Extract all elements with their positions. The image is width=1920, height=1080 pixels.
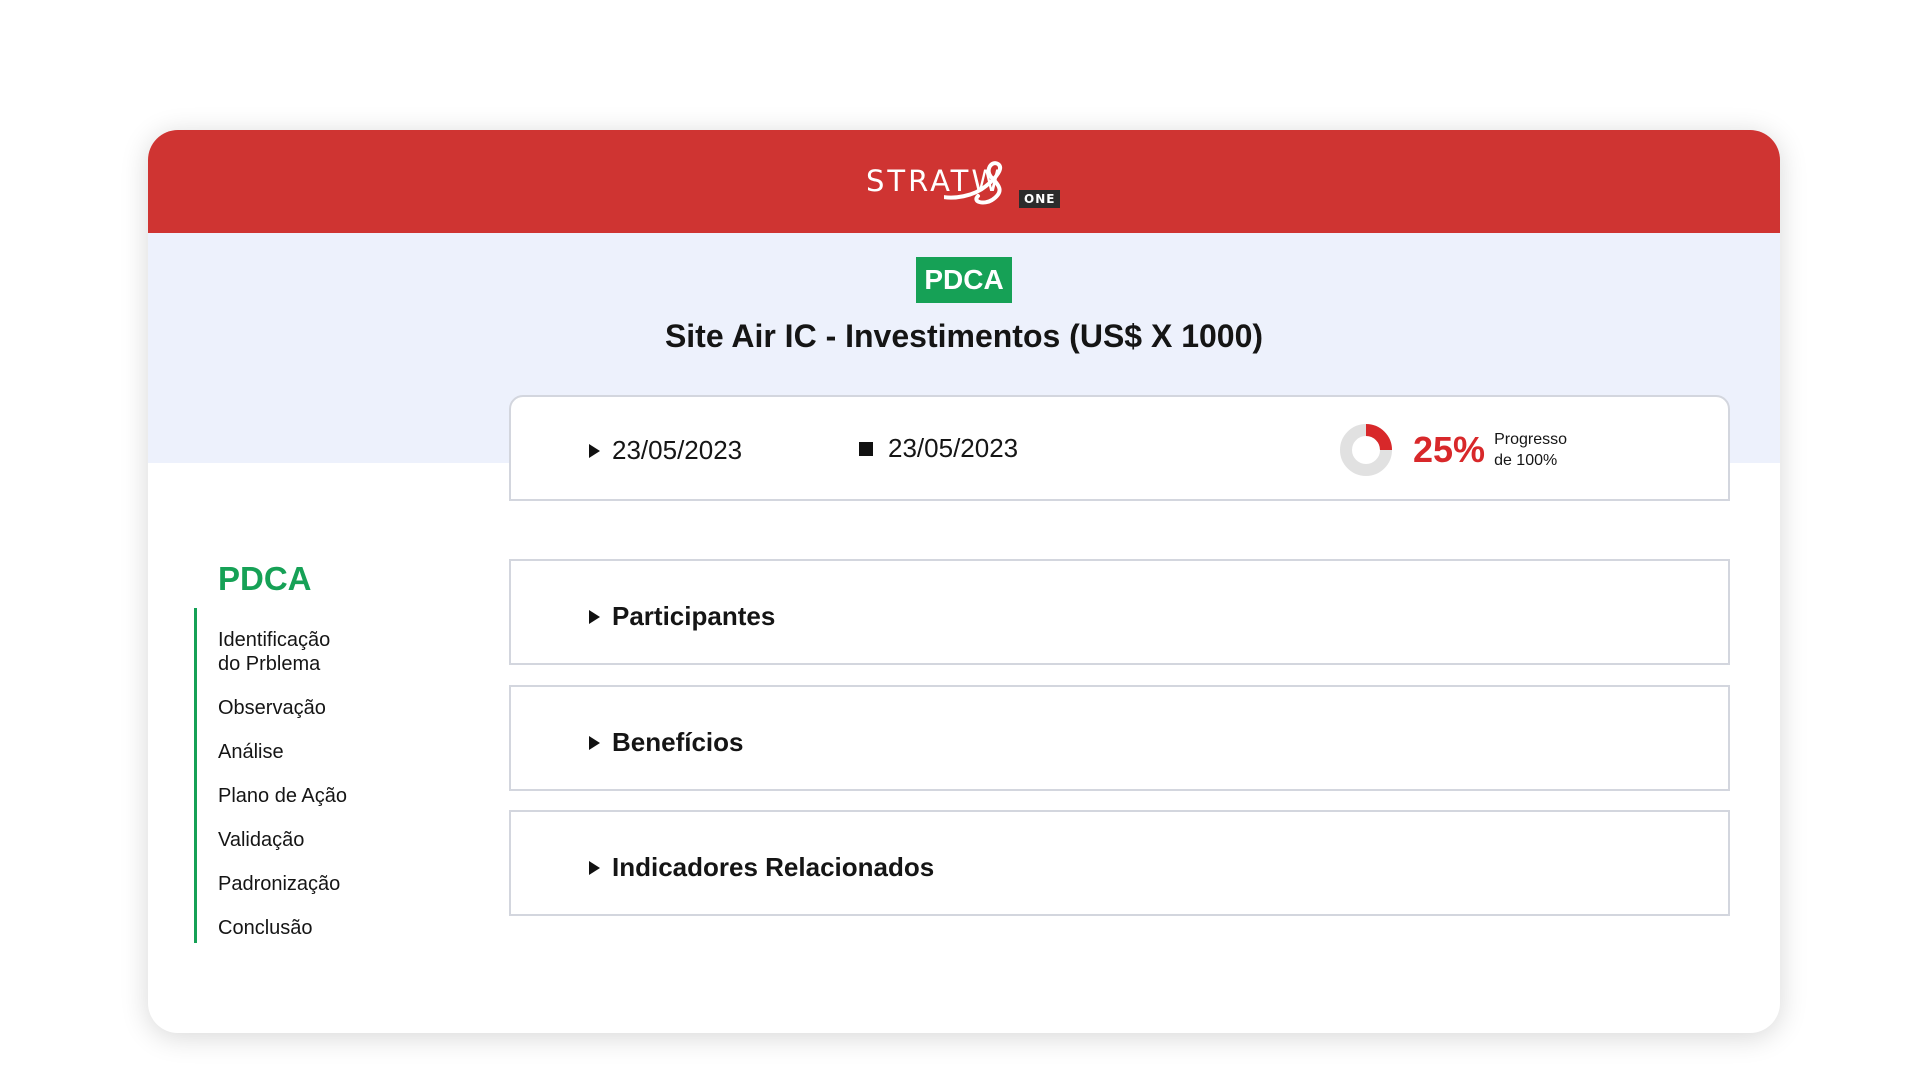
progress-donut-icon (1340, 424, 1392, 476)
section-header: Benefícios (589, 727, 744, 758)
sidebar-item-conclusao[interactable]: Conclusão (218, 916, 378, 940)
section-header: Participantes (589, 601, 775, 632)
section-indicadores-relacionados[interactable]: Indicadores Relacionados (509, 810, 1730, 916)
expand-arrow-icon (589, 735, 600, 750)
end-date-value: 23/05/2023 (888, 433, 1019, 463)
sidebar-item-plano-de-acao[interactable]: Plano de Ação (218, 784, 378, 808)
progress-label-line2: de 100% (1494, 452, 1558, 469)
sidebar-nav: Identificação do Prblema Observação Anál… (194, 608, 434, 943)
section-header: Indicadores Relacionados (589, 852, 934, 883)
end-date: 23/05/2023 (859, 433, 1018, 464)
brand-suffix-badge: ONE (1019, 189, 1061, 208)
play-icon (589, 443, 600, 458)
sidebar-item-observacao[interactable]: Observação (218, 696, 378, 720)
sidebar-item-analise[interactable]: Análise (218, 740, 378, 764)
sidebar-item-label: do Prblema (218, 653, 321, 675)
sidebar-item-identificacao[interactable]: Identificação do Prblema (218, 628, 378, 676)
expand-arrow-icon (589, 609, 600, 624)
sidebar-item-validacao[interactable]: Validação (218, 828, 378, 852)
app-window: STRATW ONE PDCA Site Air IC - Investimen… (148, 130, 1780, 1033)
progress-value: 25% (1413, 429, 1486, 470)
section-label: Benefícios (612, 727, 744, 757)
brand-logo[interactable]: STRATW ONE (148, 130, 1780, 233)
dates-card: 23/05/2023 23/05/2023 25% Progresso de 1… (509, 395, 1730, 501)
sidebar-item-padronizacao[interactable]: Padronização (218, 872, 378, 896)
start-date-value: 23/05/2023 (612, 435, 743, 465)
start-date: 23/05/2023 (589, 435, 742, 466)
section-label: Indicadores Relacionados (612, 852, 935, 882)
expand-arrow-icon (589, 860, 600, 875)
progress-indicator: 25% Progresso de 100% (1339, 423, 1567, 477)
sidebar-title: PDCA (218, 560, 312, 597)
top-bar: STRATW ONE (148, 130, 1780, 233)
stop-icon (859, 441, 873, 456)
section-participantes[interactable]: Participantes (509, 559, 1730, 665)
methodology-badge: PDCA (916, 257, 1012, 303)
page-title: Site Air IC - Investimentos (US$ X 1000) (664, 318, 1264, 354)
progress-label: Progresso de 100% (1494, 429, 1567, 471)
sidebar-item-label: Identificação (218, 629, 331, 651)
progress-label-line1: Progresso (1494, 431, 1567, 448)
pdca-sidebar: PDCA Identificação do Prblema Observação… (194, 560, 444, 943)
section-label: Participantes (612, 601, 776, 631)
section-beneficios[interactable]: Benefícios (509, 685, 1730, 791)
